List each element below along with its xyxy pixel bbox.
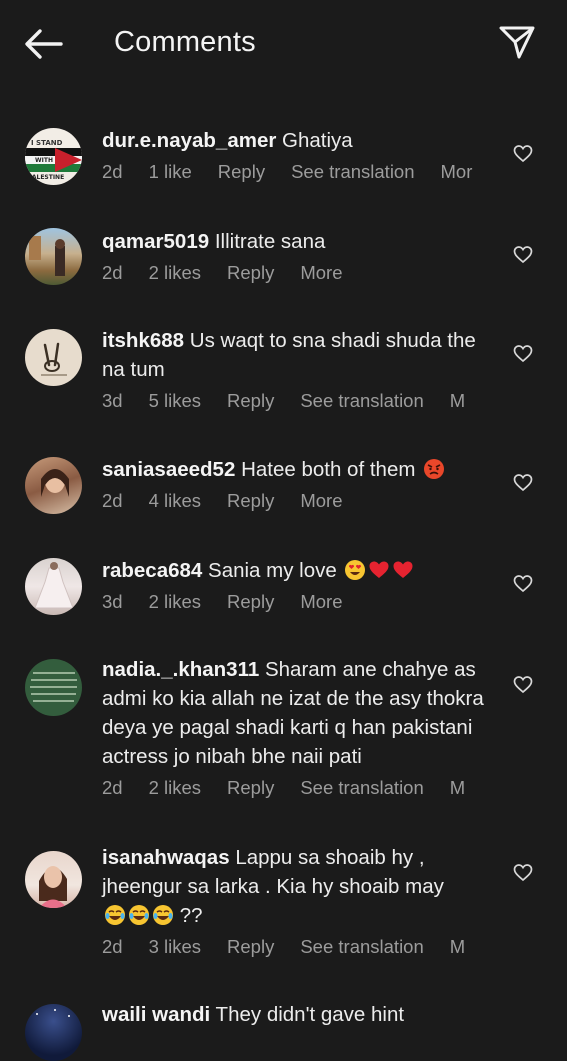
heart-icon[interactable] [513,144,533,164]
reply-button[interactable]: Reply [227,591,274,613]
comment-text: saniasaeed52 Hatee both of them [102,455,497,484]
joy-emoji-icon [129,905,149,925]
page-title: Comments [114,26,256,58]
comment-likes[interactable]: 2 likes [149,262,201,284]
heart-icon[interactable] [513,245,533,265]
user-avatar[interactable] [25,1004,82,1061]
more-button[interactable]: More [300,490,342,512]
see-translation-button[interactable]: See translation [300,936,423,958]
comment-time: 2d [102,490,123,511]
reply-button[interactable]: Reply [218,161,265,183]
heart-icon[interactable] [513,473,533,493]
svg-text:WITH: WITH [35,157,53,164]
dress-photo-icon [34,562,74,609]
reply-button[interactable]: Reply [227,777,274,799]
comment-likes[interactable]: 1 like [149,161,192,183]
comment-username[interactable]: waili wandi [102,1003,210,1026]
comment-username[interactable]: saniasaeed52 [102,458,235,481]
comment-likes[interactable]: 5 likes [149,390,201,412]
joy-emoji-icon [105,905,125,925]
header-bar: Comments [0,0,567,90]
heart-eyes-emoji-icon [345,560,366,580]
comment-text: isanahwaqas Lappu sa shoaib hy , jheengu… [102,846,444,927]
reply-button[interactable]: Reply [227,936,274,958]
comment-username[interactable]: dur.e.nayab_amer [102,129,276,152]
more-button[interactable]: M [450,777,465,799]
comment-meta: 2d 1 like Reply See translation Mor [102,161,494,187]
joy-emoji-icon [153,905,173,925]
angry-face-emoji-icon [424,459,445,479]
user-avatar[interactable] [25,457,82,514]
comment-username[interactable]: isanahwaqas [102,846,230,869]
comment-time: 3d [102,591,123,612]
user-avatar[interactable] [25,228,82,285]
comment-likes[interactable]: 4 likes [149,490,201,512]
comment-username[interactable]: nadia._.khan311 [102,658,259,681]
svg-text:PALESTINE: PALESTINE [28,174,64,181]
reply-button[interactable]: Reply [227,390,274,412]
user-avatar[interactable] [25,329,82,386]
comment-text: qamar5019 Illitrate sana [102,230,326,253]
see-translation-button[interactable]: See translation [291,161,414,183]
comment-text: waili wandi They didn't gave hint [102,1003,405,1026]
comment-meta: 3d 2 likes Reply More [102,591,494,617]
heart-icon[interactable] [513,574,533,594]
heart-icon[interactable] [513,675,533,695]
user-avatar[interactable] [25,851,82,908]
comment-text: dur.e.nayab_amer Ghatiya [102,129,353,152]
see-translation-button[interactable]: See translation [300,777,423,799]
person-photo-icon [29,236,65,276]
comment-username[interactable]: rabeca684 [102,559,202,582]
comment-text: rabeca684 Sania my love [102,556,497,585]
comment-meta: 2d 2 likes Reply More [102,262,494,288]
comment-text: itshk688 Us waqt to sna shadi shuda the … [102,329,476,381]
user-avatar[interactable] [25,659,82,716]
user-avatar[interactable]: I STAND WITH PALESTINE [25,128,82,185]
heart-icon[interactable] [513,344,533,364]
reply-button[interactable]: Reply [227,262,274,284]
more-button[interactable]: M [450,936,465,958]
back-arrow-icon[interactable] [24,28,64,60]
portrait-icon [39,866,67,908]
comment-username[interactable]: qamar5019 [102,230,209,253]
comment-time: 2d [102,777,123,798]
comment-meta: 3d 5 likes Reply See translation M [102,390,494,416]
red-heart-emoji-icon [369,561,389,578]
comment-username[interactable]: itshk688 [102,329,184,352]
more-button[interactable]: More [300,262,342,284]
more-button[interactable]: M [450,390,465,412]
send-icon[interactable] [498,24,536,60]
comment-time: 2d [102,936,123,957]
person-selfie-icon [41,469,69,497]
more-button[interactable]: More [300,591,342,613]
more-button[interactable]: Mor [441,161,473,183]
svg-text:I STAND: I STAND [31,139,63,147]
reply-button[interactable]: Reply [227,490,274,512]
comment-time: 2d [102,161,123,182]
comment-meta: 2d 2 likes Reply See translation M [102,777,494,803]
comment-time: 3d [102,390,123,411]
comment-likes[interactable]: 3 likes [149,936,201,958]
comment-meta: 2d 4 likes Reply More [102,490,494,516]
heart-icon[interactable] [513,863,533,883]
comment-likes[interactable]: 2 likes [149,777,201,799]
comment-likes[interactable]: 2 likes [149,591,201,613]
palestine-flag-icon: I STAND WITH PALESTINE [25,139,82,181]
red-heart-emoji-icon [393,561,413,578]
night-sky-icon [36,1009,70,1017]
calligraphy-icon [30,672,77,702]
comment-text: nadia._.khan311 Sharam ane chahye as adm… [102,658,484,768]
user-avatar[interactable] [25,558,82,615]
comment-meta: 2d 3 likes Reply See translation M [102,936,494,962]
comment-time: 2d [102,262,123,283]
peace-sign-hand-icon [41,342,67,376]
see-translation-button[interactable]: See translation [300,390,423,412]
